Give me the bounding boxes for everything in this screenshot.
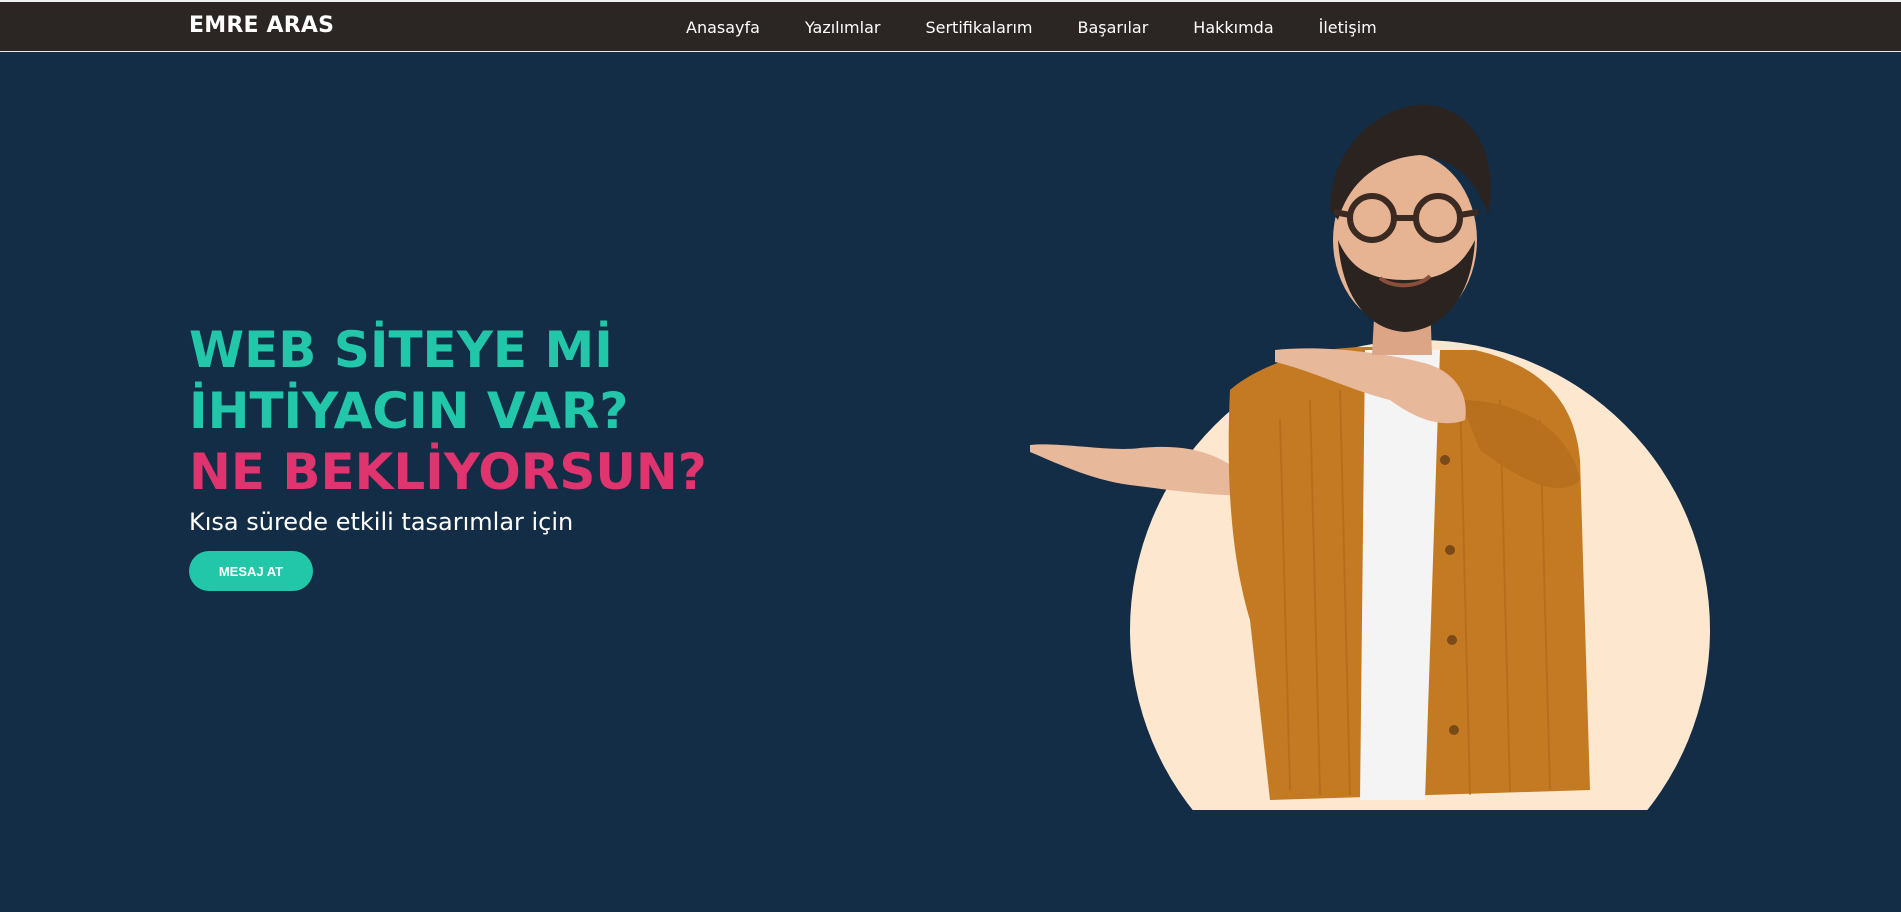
message-button[interactable]: MESAJ AT xyxy=(189,551,313,591)
nav-item-anasayfa[interactable]: Anasayfa xyxy=(686,18,760,37)
main-nav: Anasayfa Yazılımlar Sertifikalarım Başar… xyxy=(686,2,1377,52)
hero-headline: WEB SİTEYE Mİ İHTİYACIN VAR? NE BEKLİYOR… xyxy=(189,320,909,503)
hero-circle-clip xyxy=(1020,810,1740,820)
nav-item-yazilimlar[interactable]: Yazılımlar xyxy=(805,18,881,37)
top-navbar: EMRE ARAS Anasayfa Yazılımlar Sertifikal… xyxy=(0,0,1901,52)
brand-logo[interactable]: EMRE ARAS xyxy=(189,13,334,38)
nav-item-sertifikalarim[interactable]: Sertifikalarım xyxy=(925,18,1032,37)
headline-question: WEB SİTEYE Mİ İHTİYACIN VAR? xyxy=(189,321,629,440)
nav-item-iletisim[interactable]: İletişim xyxy=(1319,18,1377,37)
hero-subtitle: Kısa sürede etkili tasarımlar için xyxy=(189,508,574,536)
nav-item-basarilar[interactable]: Başarılar xyxy=(1078,18,1149,37)
man-pointing-illustration xyxy=(1020,104,1740,820)
headline-call: NE BEKLİYORSUN? xyxy=(189,443,707,501)
nav-item-hakkimda[interactable]: Hakkımda xyxy=(1193,18,1273,37)
